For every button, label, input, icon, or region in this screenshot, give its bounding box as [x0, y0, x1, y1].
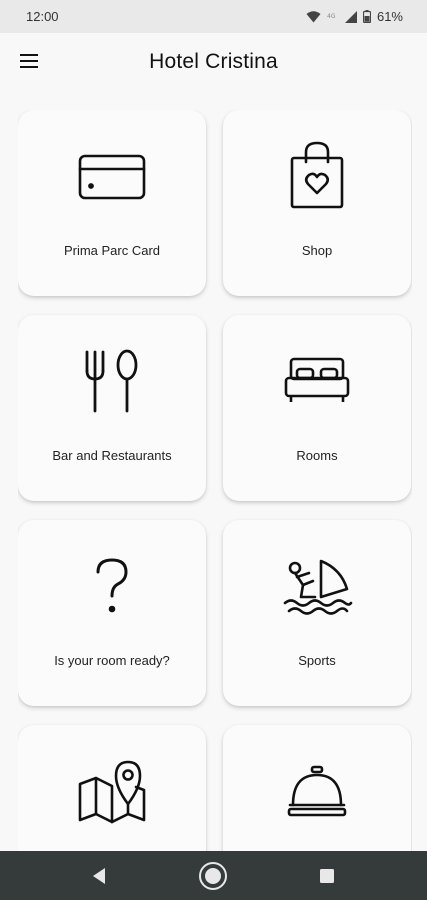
- signal-icon: [344, 10, 357, 23]
- network-4g-icon: 4G: [327, 11, 339, 23]
- tile-shop[interactable]: Shop: [223, 110, 411, 296]
- tile-prima-parc-card[interactable]: Prima Parc Card: [18, 110, 206, 296]
- tile-map[interactable]: [18, 725, 206, 851]
- credit-card-icon: [18, 138, 206, 214]
- status-time: 12:00: [26, 9, 59, 24]
- windsurf-icon: [223, 548, 411, 624]
- tile-label: Shop: [301, 243, 333, 258]
- question-mark-icon: [18, 548, 206, 624]
- home-icon[interactable]: [198, 861, 228, 891]
- tile-bar-and-restaurants[interactable]: Bar and Restaurants: [18, 315, 206, 501]
- tile-label: Rooms: [296, 448, 338, 463]
- wifi-icon: [306, 10, 321, 23]
- service-bell-icon: [223, 753, 411, 829]
- battery-percent: 61%: [376, 9, 403, 24]
- map-pin-icon: [18, 753, 206, 829]
- app-bar: Hotel Cristina: [0, 33, 427, 91]
- tile-is-your-room-ready[interactable]: Is your room ready?: [18, 520, 206, 706]
- shopping-bag-heart-icon: [223, 138, 411, 214]
- svg-text:4G: 4G: [327, 13, 336, 20]
- page-title: Hotel Cristina: [149, 50, 278, 73]
- tile-sports[interactable]: Sports: [223, 520, 411, 706]
- tile-label: Sports: [298, 653, 336, 668]
- hamburger-menu-icon[interactable]: [20, 52, 42, 70]
- battery-icon: [362, 10, 371, 23]
- tile-label: Is your room ready?: [54, 653, 170, 668]
- status-icons: 4G 61%: [306, 9, 403, 24]
- tile-rooms[interactable]: Rooms: [223, 315, 411, 501]
- tile-reception[interactable]: [223, 725, 411, 851]
- bed-icon: [223, 343, 411, 419]
- system-nav-bar: [0, 851, 427, 900]
- tile-label: Bar and Restaurants: [52, 448, 172, 463]
- recents-icon[interactable]: [312, 861, 342, 891]
- fork-spoon-icon: [18, 343, 206, 419]
- back-icon[interactable]: [84, 861, 114, 891]
- tile-grid: Prima Parc Card Shop Bar and Restaurants: [18, 110, 412, 851]
- tile-label: Prima Parc Card: [63, 243, 161, 258]
- status-bar: 12:00 4G 61%: [0, 0, 427, 33]
